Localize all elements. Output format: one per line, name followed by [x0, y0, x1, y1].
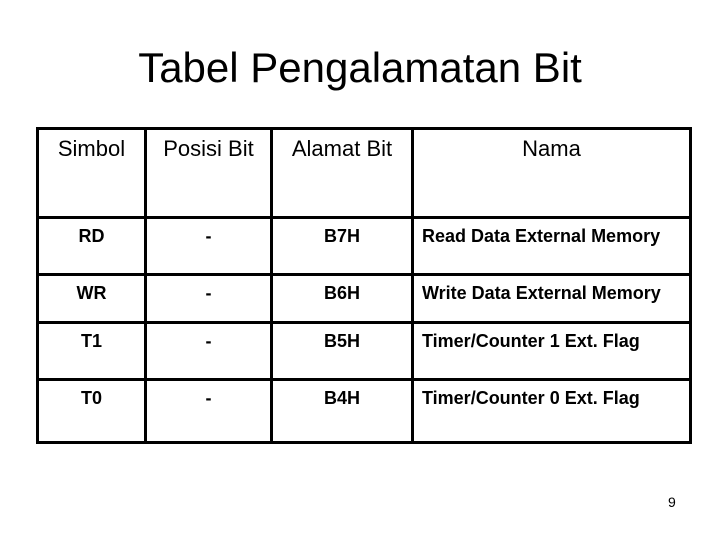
slide-title: Tabel Pengalamatan Bit — [138, 44, 582, 91]
cell-alamat-bit: B7H — [270, 216, 414, 276]
cell-nama: Read Data External Memory — [411, 216, 692, 276]
cell-nama: Timer/Counter 0 Ext. Flag — [411, 378, 692, 444]
cell-alamat-bit: B5H — [270, 321, 414, 381]
table-row: T0 - B4H Timer/Counter 0 Ext. Flag — [36, 378, 692, 444]
header-alamat-bit: Alamat Bit — [270, 127, 414, 219]
cell-simbol: WR — [36, 273, 147, 324]
cell-simbol: T1 — [36, 321, 147, 381]
cell-nama: Timer/Counter 1 Ext. Flag — [411, 321, 692, 381]
table-row: WR - B6H Write Data External Memory — [36, 273, 692, 324]
header-nama: Nama — [411, 127, 692, 219]
cell-alamat-bit: B4H — [270, 378, 414, 444]
header-posisi-bit: Posisi Bit — [144, 127, 273, 219]
cell-simbol: T0 — [36, 378, 147, 444]
table-header-row: Simbol Posisi Bit Alamat Bit Nama — [36, 127, 692, 219]
header-simbol: Simbol — [36, 127, 147, 219]
cell-alamat-bit: B6H — [270, 273, 414, 324]
page-number: 9 — [668, 494, 676, 510]
table-row: T1 - B5H Timer/Counter 1 Ext. Flag — [36, 321, 692, 381]
table-row: RD - B7H Read Data External Memory — [36, 216, 692, 276]
bit-address-table: Simbol Posisi Bit Alamat Bit Nama RD - B… — [36, 127, 692, 444]
cell-posisi-bit: - — [144, 321, 273, 381]
cell-posisi-bit: - — [144, 216, 273, 276]
cell-posisi-bit: - — [144, 378, 273, 444]
cell-simbol: RD — [36, 216, 147, 276]
cell-nama: Write Data External Memory — [411, 273, 692, 324]
cell-posisi-bit: - — [144, 273, 273, 324]
